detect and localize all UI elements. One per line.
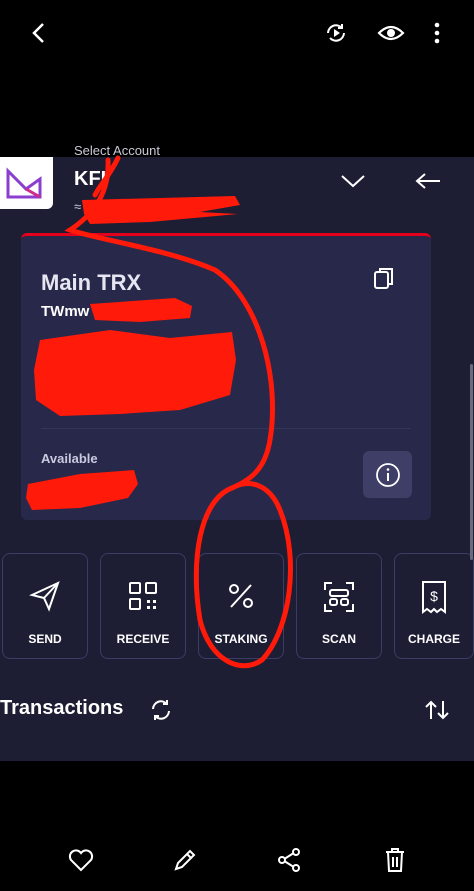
red-scribble-overlay	[26, 155, 293, 669]
pencil-icon[interactable]	[170, 845, 200, 875]
heart-icon[interactable]	[66, 845, 96, 875]
share-icon[interactable]	[274, 845, 304, 875]
trash-icon[interactable]	[380, 845, 410, 875]
